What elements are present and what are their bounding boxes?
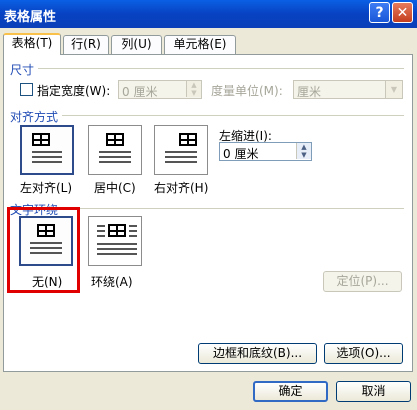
close-button[interactable]: ✕ xyxy=(392,2,413,23)
width-spinbox[interactable]: 0 厘米 ▲ ▼ xyxy=(118,80,202,99)
size-section-header: 尺寸 xyxy=(10,63,35,77)
align-center-label: 居中(C) xyxy=(94,181,136,195)
width-value: 0 厘米 xyxy=(122,85,158,99)
options-button[interactable]: 选项(O)... xyxy=(324,343,403,364)
indent-spinbox[interactable]: 0 厘米 ▲ ▼ xyxy=(219,142,312,161)
title-bar xyxy=(0,0,417,28)
alignment-divider xyxy=(62,115,404,116)
borders-shading-button[interactable]: 边框和底纹(B)... xyxy=(198,343,317,364)
wrap-around-label: 环绕(A) xyxy=(91,275,133,289)
indent-value: 0 厘米 xyxy=(223,147,259,161)
align-right-label: 右对齐(H) xyxy=(154,181,209,195)
specify-width-label: 指定宽度(W): xyxy=(37,84,111,98)
position-button[interactable]: 定位(P)... xyxy=(323,271,402,292)
help-button[interactable]: ? xyxy=(369,2,390,23)
tab-table[interactable]: 表格(T) xyxy=(3,33,61,55)
size-divider xyxy=(38,68,404,69)
alignment-section-header: 对齐方式 xyxy=(10,110,59,124)
align-left-button[interactable] xyxy=(20,125,74,175)
unit-select[interactable]: 厘米 ▼ xyxy=(293,80,403,99)
indent-spin-down-icon: ▼ xyxy=(296,151,311,159)
cancel-button[interactable]: 取消 xyxy=(336,381,411,402)
chevron-down-icon: ▼ xyxy=(385,81,402,98)
indent-spin-up-icon: ▲ xyxy=(296,143,311,151)
table-align-left-icon xyxy=(32,133,50,146)
unit-label: 度量单位(M): xyxy=(211,84,283,98)
spin-up-icon: ▲ xyxy=(186,81,201,89)
unit-value: 厘米 xyxy=(297,85,322,99)
tab-row[interactable]: 行(R) xyxy=(63,35,109,54)
tab-cell[interactable]: 单元格(E) xyxy=(164,35,236,54)
align-left-label: 左对齐(L) xyxy=(20,181,73,195)
spin-down-icon: ▼ xyxy=(186,89,201,97)
tab-column[interactable]: 列(U) xyxy=(111,35,162,54)
dialog-title: 表格属性 xyxy=(4,10,57,25)
highlight-box xyxy=(7,207,80,293)
table-wrap-around-icon xyxy=(108,224,126,237)
wrap-around-button[interactable] xyxy=(88,216,142,266)
align-center-button[interactable] xyxy=(88,125,142,175)
align-right-button[interactable] xyxy=(154,125,208,175)
wrapping-divider xyxy=(62,208,404,209)
ok-button[interactable]: 确定 xyxy=(253,381,328,402)
specify-width-checkbox[interactable] xyxy=(20,83,33,96)
table-align-right-icon xyxy=(179,133,197,146)
table-align-center-icon xyxy=(106,133,124,146)
